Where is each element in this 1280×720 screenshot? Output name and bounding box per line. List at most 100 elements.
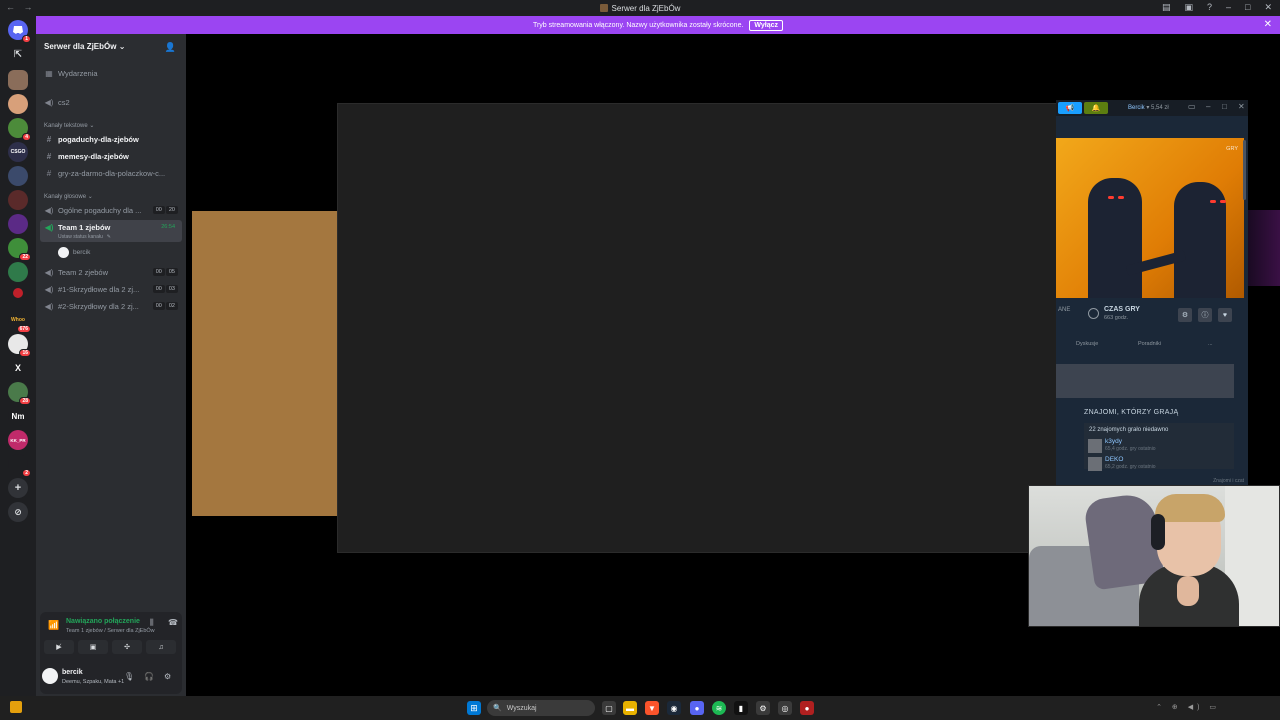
server-4[interactable] <box>8 94 28 114</box>
screen-share-button[interactable]: ▣ <box>78 640 108 654</box>
disconnect-icon[interactable]: ☎ <box>168 618 178 627</box>
server-19[interactable]: 2 <box>8 454 31 477</box>
clock-icon <box>1088 308 1099 319</box>
pencil-icon: ✎ <box>106 234 111 240</box>
server-2[interactable]: ⇱ <box>8 44 28 64</box>
server-14[interactable]: 16 <box>8 334 31 357</box>
voice-channel-team2[interactable]: ◀) Team 2 zjebów <box>44 268 108 277</box>
channel-pogaduchy[interactable]: # pogaduchy-dla-zjebów <box>44 135 139 144</box>
server-17[interactable]: Nm <box>8 406 28 426</box>
voice-member-bercik[interactable]: bercik <box>58 247 90 258</box>
friends-chat-link[interactable]: Znajomi i czat <box>1213 478 1244 484</box>
notifications-button[interactable]: 🔔 <box>1084 102 1108 114</box>
connection-location[interactable]: Team 1 zjebów / Serwer dla ZjEbÓw <box>66 628 155 634</box>
maximize-button[interactable]: □ <box>1245 2 1250 13</box>
hash-icon: # <box>46 169 52 178</box>
webcam-overlay <box>1028 485 1280 627</box>
headphones-icon[interactable]: 🎧 <box>144 672 154 681</box>
server-11[interactable] <box>8 262 28 282</box>
search-box[interactable]: 🔍 Wyszukaj <box>487 700 595 716</box>
background-window-edge <box>1248 210 1280 286</box>
start-button[interactable]: ⊞ <box>467 701 481 715</box>
server-12[interactable] <box>13 288 23 298</box>
camera-off-icon: ▶̸ <box>56 644 62 651</box>
soundboard-icon: ♫ <box>158 643 164 651</box>
server-5[interactable]: 4 <box>8 118 31 141</box>
window-title: Serwer dla ZjEbÓw <box>599 4 680 13</box>
scrollbar[interactable] <box>1243 140 1246 200</box>
inbox-icon[interactable]: ▤ <box>1162 2 1171 13</box>
microphone-icon[interactable]: 🎙 <box>124 672 134 681</box>
server-16[interactable]: 28 <box>8 382 31 405</box>
events-link[interactable]: ▦ Wydarzenia <box>44 69 97 78</box>
connection-status: Nawiązano połączenie <box>66 618 140 625</box>
voice-channel-skrzydlowe1[interactable]: ◀) #1-Skrzydłowe dla 2 zj... <box>44 285 140 294</box>
server-13[interactable]: Whoo 676 <box>8 310 31 333</box>
server-3[interactable] <box>8 70 28 90</box>
steam-window: 📢 🔔 Bercik ▾ 5,54 zł ▭ – □ ✕ GRY ANE CZA… <box>1056 100 1248 486</box>
info-icon[interactable]: ⓘ <box>1198 308 1212 322</box>
voice-category[interactable]: Kanały głosowe ⌄ <box>44 193 93 200</box>
minimize-button[interactable]: – <box>1226 2 1231 13</box>
set-channel-status[interactable]: Ustaw status kanału ✎ <box>58 234 111 240</box>
voice-channel-skrzydlowy2[interactable]: ◀) #2-Skrzydłowy dla 2 zj... <box>44 302 139 311</box>
voice-channel-ogolne[interactable]: ◀) Ogólne pogaduchy dla ... <box>44 206 142 215</box>
heart-icon[interactable]: ♥ <box>1218 308 1232 322</box>
server-7[interactable] <box>8 166 28 186</box>
channel-memesy[interactable]: # memesy-dla-zjebów <box>44 152 129 161</box>
noise-suppression-icon[interactable]: ⫼ <box>150 618 154 628</box>
close-button[interactable]: ✕ <box>1238 102 1245 111</box>
server-18[interactable]: KK_PR <box>8 430 28 450</box>
maximize-button[interactable]: □ <box>1222 102 1227 111</box>
tab-guides[interactable]: Poradniki <box>1138 341 1161 347</box>
server-8[interactable] <box>8 190 28 210</box>
soundboard-button[interactable]: ♫ <box>146 640 176 654</box>
big-picture-icon[interactable]: ▭ <box>1188 102 1196 111</box>
server-9[interactable] <box>8 214 28 234</box>
help-icon[interactable]: ? <box>1207 2 1212 13</box>
account-info[interactable]: Bercik ▾ 5,54 zł <box>1128 104 1169 111</box>
settings-icon[interactable]: ⚙ <box>164 672 171 681</box>
activities-button[interactable]: ✣ <box>112 640 142 654</box>
screen-share-icon[interactable]: ▣ <box>1184 2 1193 13</box>
signal-icon: 📶 <box>48 620 60 630</box>
announcements-button[interactable]: 📢 <box>1058 102 1082 114</box>
discord-icon[interactable]: ● <box>690 701 704 715</box>
spotify-icon[interactable]: ≋ <box>712 701 726 715</box>
channel-gry-za-darmo[interactable]: # gry-za-darmo-dla-polaczkow-c... <box>44 169 165 178</box>
app-icon[interactable]: ⚙ <box>756 701 770 715</box>
camera-button[interactable]: ▶̸ <box>44 640 74 654</box>
add-member-icon[interactable]: 👤 <box>165 42 176 53</box>
app-icon[interactable]: ● <box>800 701 814 715</box>
close-button[interactable]: ✕ <box>1264 2 1272 13</box>
server-6[interactable]: CSGO <box>8 142 28 162</box>
title-bar: ← → Serwer dla ZjEbÓw ▤ ▣ ? – □ ✕ <box>0 0 1280 16</box>
text-category[interactable]: Kanały tekstowe ⌄ <box>44 122 94 129</box>
close-banner-icon[interactable]: ✕ <box>1264 19 1272 30</box>
gear-icon[interactable]: ⚙ <box>1178 308 1192 322</box>
user-avatar[interactable] <box>42 668 58 684</box>
steam-topbar: 📢 🔔 Bercik ▾ 5,54 zł ▭ – □ ✕ <box>1056 100 1248 116</box>
task-view-icon[interactable]: ▢ <box>602 701 616 715</box>
terminal-icon[interactable]: ▮ <box>734 701 748 715</box>
guild-name[interactable]: Serwer dla ZjEbÓw ⌄ <box>44 42 125 51</box>
server-15[interactable]: X <box>8 358 28 378</box>
file-explorer-icon[interactable]: ▬ <box>623 701 637 715</box>
nav-arrows[interactable]: ← → <box>6 2 36 12</box>
brave-icon[interactable]: ▼ <box>645 701 659 715</box>
minimize-button[interactable]: – <box>1206 102 1210 111</box>
tab-discussions[interactable]: Dyskusje <box>1076 341 1098 347</box>
voice-channel-team1[interactable]: ◀) Team 1 zjebów <box>44 223 111 232</box>
system-tray[interactable]: ⌃ ⊕ ◀) ▭ <box>1156 703 1220 711</box>
obs-icon[interactable]: ◎ <box>778 701 792 715</box>
tab-more[interactable]: ... <box>1208 341 1213 347</box>
widgets-icon[interactable] <box>10 701 22 713</box>
channel-cs2[interactable]: ◀) cs2 <box>44 98 70 107</box>
add-server-button[interactable]: + <box>8 478 28 498</box>
speaker-icon: ◀) <box>44 302 54 311</box>
server-10[interactable]: 22 <box>8 238 31 261</box>
explore-servers-icon[interactable]: ⊘ <box>8 502 28 522</box>
direct-messages-button[interactable]: 1 <box>8 20 31 43</box>
disable-streamer-mode-button[interactable]: Wyłącz <box>749 19 784 31</box>
steam-icon[interactable]: ◉ <box>667 701 681 715</box>
